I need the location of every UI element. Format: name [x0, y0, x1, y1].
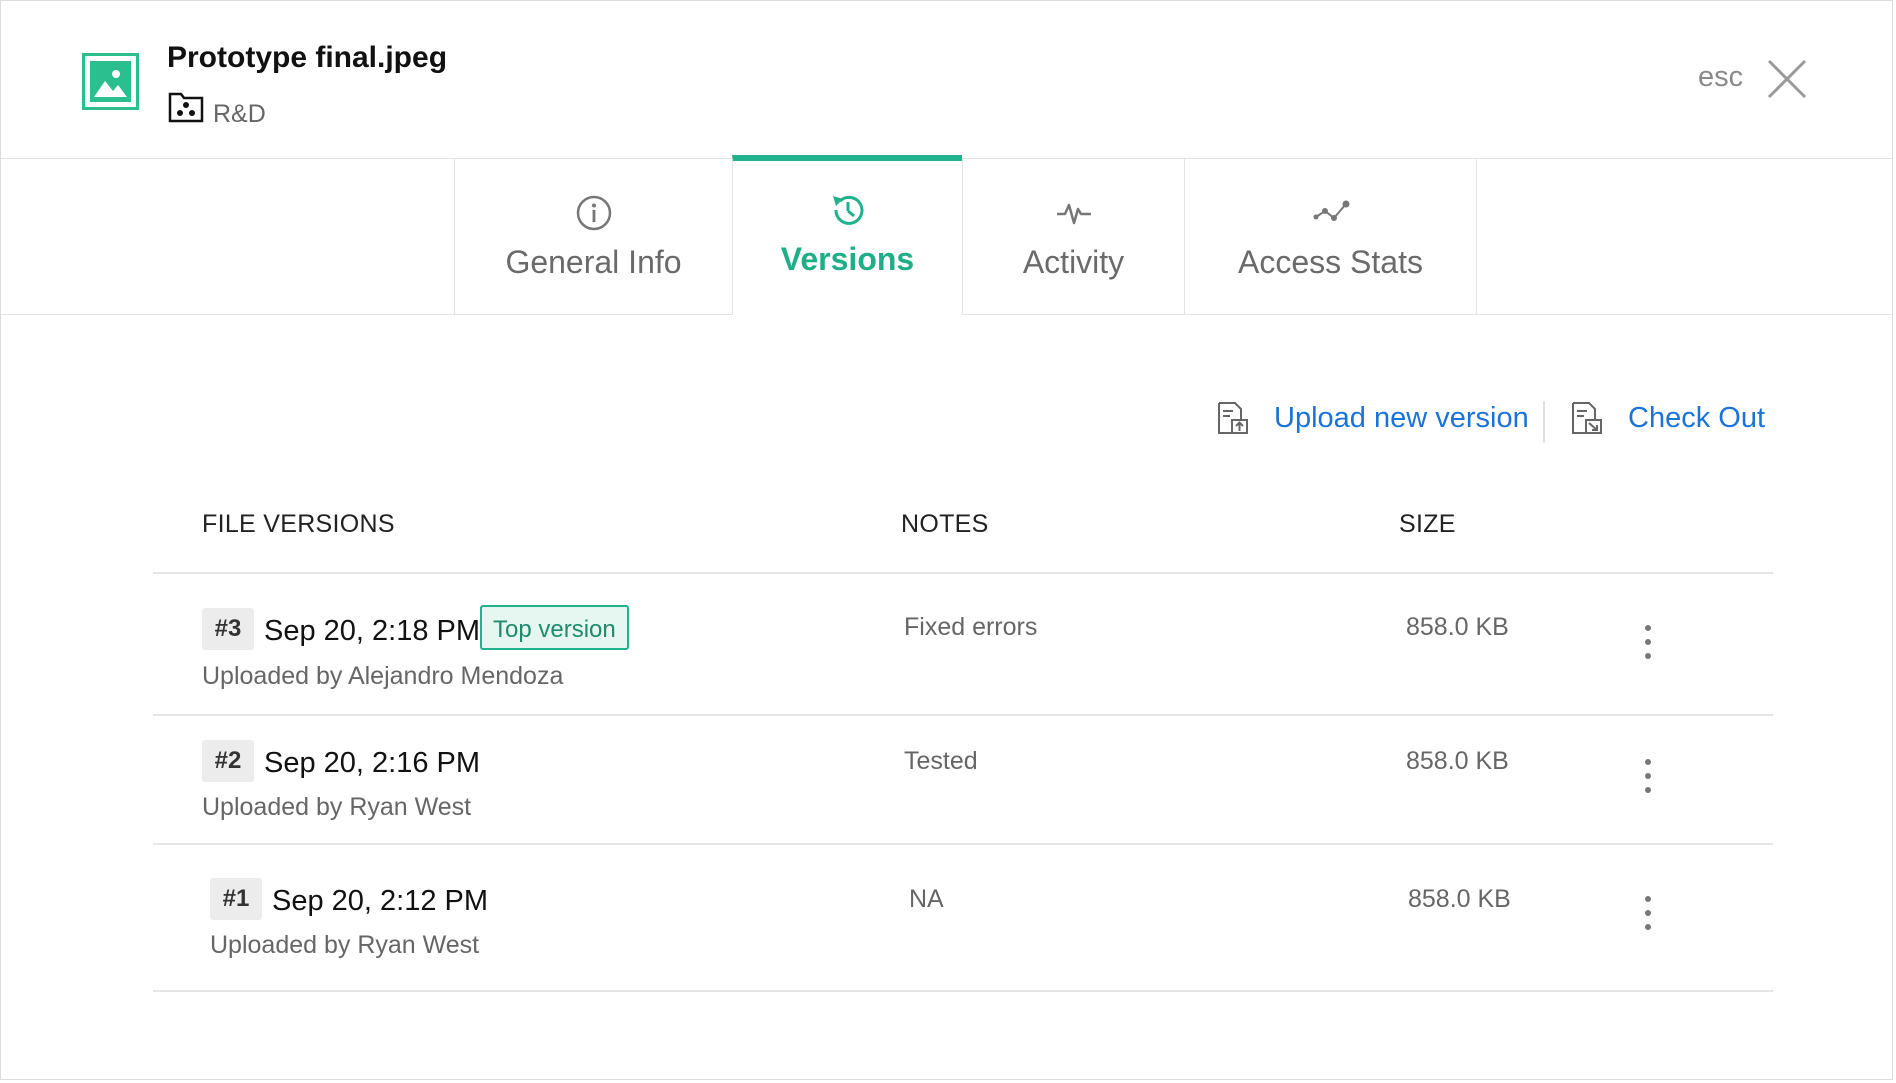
column-header-versions: FILE VERSIONS — [202, 510, 395, 538]
version-number-badge: #3 — [202, 608, 254, 650]
version-date: Sep 20, 2:12 PM — [272, 885, 489, 917]
action-divider — [1543, 401, 1545, 443]
more-options-icon[interactable] — [1638, 622, 1658, 662]
check-out-label: Check Out — [1628, 401, 1765, 434]
uploaded-by: Uploaded by Alejandro Mendoza — [202, 662, 564, 690]
table-divider — [153, 843, 1773, 845]
image-file-icon — [82, 53, 139, 110]
more-options-icon[interactable] — [1638, 756, 1658, 796]
upload-file-icon — [1218, 402, 1248, 434]
top-version-badge: Top version — [480, 605, 629, 650]
tab-activity[interactable]: Activity — [962, 158, 1184, 315]
column-header-size: SIZE — [1399, 510, 1456, 538]
table-divider — [153, 714, 1773, 716]
panel-header: Prototype final.jpeg R&D esc — [1, 1, 1892, 159]
upload-new-version-label: Upload new version — [1274, 401, 1529, 434]
table-divider — [153, 990, 1773, 992]
close-icon[interactable] — [1765, 57, 1809, 101]
info-icon — [576, 195, 611, 231]
file-title: Prototype final.jpeg — [167, 41, 448, 74]
version-size: 858.0 KB — [1406, 613, 1509, 641]
table-divider — [153, 572, 1773, 574]
tab-versions[interactable]: Versions — [732, 155, 962, 315]
version-size: 858.0 KB — [1408, 885, 1511, 913]
tab-label: Versions — [780, 241, 915, 277]
version-number-badge: #1 — [210, 878, 262, 920]
uploaded-by: Uploaded by Ryan West — [210, 931, 480, 959]
upload-new-version-button[interactable]: Upload new version — [1216, 401, 1529, 435]
more-options-icon[interactable] — [1638, 893, 1658, 933]
tab-label: Access Stats — [1238, 244, 1423, 280]
history-icon — [832, 195, 863, 225]
file-details-panel: Prototype final.jpeg R&D esc General Inf… — [0, 0, 1893, 1080]
tab-label: Activity — [1022, 244, 1125, 280]
shared-folder-icon — [168, 92, 204, 123]
column-header-notes: NOTES — [901, 510, 989, 538]
tab-label: General Info — [505, 244, 682, 280]
stats-icon — [1313, 200, 1349, 221]
checkout-file-icon — [1572, 402, 1602, 434]
version-notes: Tested — [904, 747, 978, 775]
check-out-button[interactable]: Check Out — [1570, 401, 1765, 435]
version-notes: Fixed errors — [904, 613, 1038, 641]
version-notes: NA — [909, 885, 944, 913]
pulse-icon — [1056, 203, 1091, 225]
version-date: Sep 20, 2:18 PM — [264, 615, 481, 647]
uploaded-by: Uploaded by Ryan West — [202, 793, 472, 821]
esc-hint: esc — [1698, 61, 1744, 93]
folder-name[interactable]: R&D — [213, 100, 266, 129]
tab-access-stats[interactable]: Access Stats — [1184, 158, 1477, 315]
version-size: 858.0 KB — [1406, 747, 1509, 775]
version-number-badge: #2 — [202, 740, 254, 782]
tab-general-info[interactable]: General Info — [454, 158, 732, 315]
version-date: Sep 20, 2:16 PM — [264, 747, 481, 779]
tab-bar: General Info Versions Activity Access St… — [1, 155, 1892, 315]
